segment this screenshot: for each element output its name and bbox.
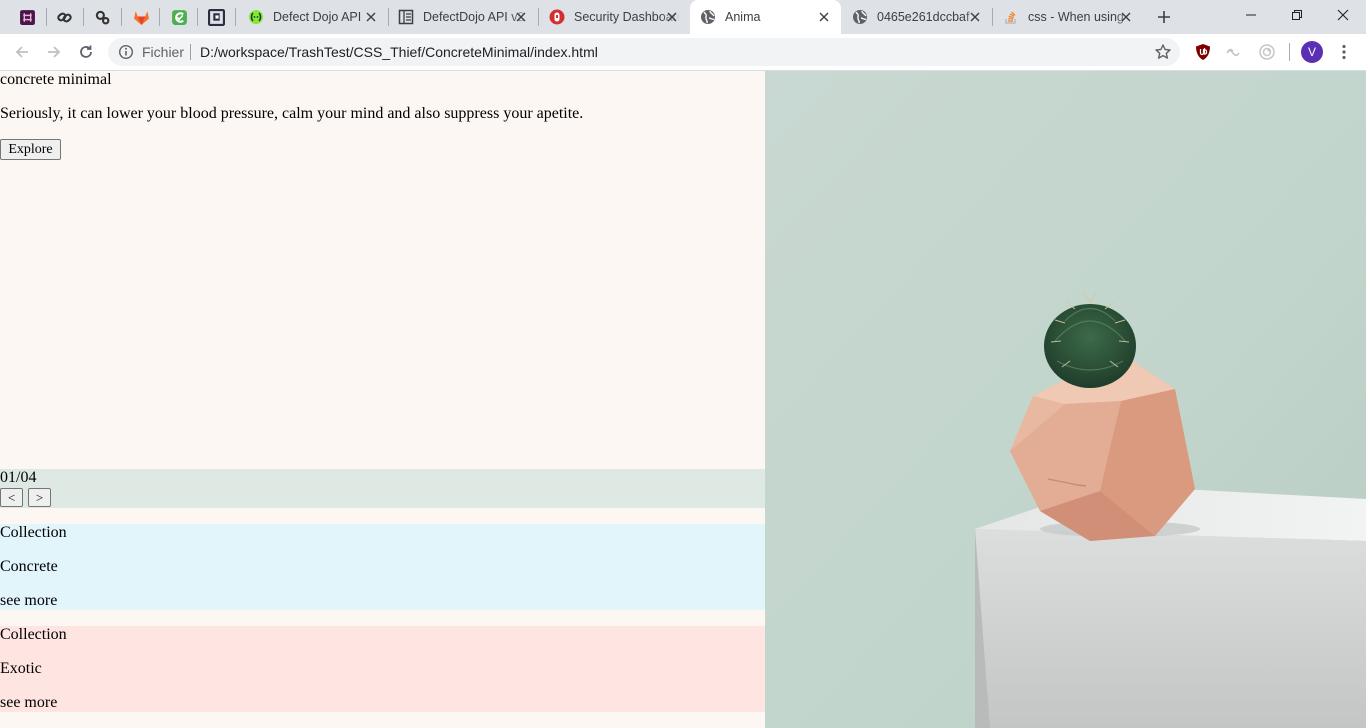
pinned-tab-bracket[interactable]: [205, 6, 227, 28]
next-slide-button[interactable]: >: [28, 488, 51, 507]
close-icon: [1337, 9, 1349, 21]
pinned-tab-slack[interactable]: [16, 6, 38, 28]
gears-icon: [95, 10, 109, 24]
tab-defect-dojo-api[interactable]: Defect Dojo API: [238, 0, 388, 34]
kebab-menu-icon: [1342, 44, 1346, 60]
ublock-shield-icon: [1196, 44, 1210, 60]
divider: [190, 44, 191, 60]
hero-title: concrete minimal: [0, 71, 112, 88]
browser-menu-button[interactable]: [1334, 42, 1354, 62]
browser-tabstrip: Defect Dojo API DefectDojo API v2 Securi…: [0, 0, 1366, 34]
target-circle-icon: [1259, 44, 1275, 60]
hero-photo: [765, 71, 1366, 728]
address-bar[interactable]: Fichier D:/workspace/TrashTest/CSS_Thief…: [108, 38, 1180, 66]
tab-separator: [46, 8, 47, 26]
pinned-tab-link[interactable]: [53, 6, 75, 28]
restore-icon: [1292, 10, 1302, 20]
link-chain-icon: [56, 12, 72, 22]
info-icon[interactable]: [118, 44, 134, 60]
close-icon[interactable]: [817, 10, 831, 24]
minimize-button[interactable]: [1228, 0, 1274, 30]
back-button[interactable]: [10, 40, 34, 64]
tab-separator: [121, 8, 122, 26]
close-icon[interactable]: [364, 10, 378, 24]
see-more-link[interactable]: see more: [0, 694, 57, 712]
see-more-link[interactable]: see more: [0, 592, 57, 610]
page-content: concrete minimal Seriously, it can lower…: [0, 71, 765, 728]
page-viewport: concrete minimal Seriously, it can lower…: [0, 71, 1366, 728]
tab-separator: [197, 8, 198, 26]
stackoverflow-icon: [1003, 9, 1019, 25]
collection-label: Collection: [0, 626, 67, 643]
api-globe-icon: [248, 9, 264, 25]
star-icon[interactable]: [1154, 43, 1172, 61]
tab-title: Anima: [725, 10, 761, 24]
plus-icon: [1158, 11, 1170, 23]
docs-icon: [398, 9, 414, 25]
pinned-tab-checkmark[interactable]: [168, 6, 190, 28]
collection-card-exotic: Collection Exotic see more: [0, 626, 765, 712]
ublock-extension-button[interactable]: [1193, 42, 1213, 62]
collection-label: Collection: [0, 524, 67, 541]
arrow-right-icon: [48, 46, 61, 58]
tab-separator: [235, 8, 236, 26]
target-extension-button[interactable]: [1257, 42, 1277, 62]
forward-button[interactable]: [42, 40, 66, 64]
tab-separator: [83, 8, 84, 26]
browser-toolbar: Fichier D:/workspace/TrashTest/CSS_Thief…: [0, 34, 1366, 71]
close-icon[interactable]: [1119, 10, 1133, 24]
collection-name: Exotic: [0, 660, 42, 677]
restore-button[interactable]: [1274, 0, 1320, 30]
slack-icon: [19, 9, 35, 25]
checkmark-c-icon: [171, 9, 187, 25]
collection-card-concrete: Collection Concrete see more: [0, 524, 765, 610]
tab-defectdojo-api-v2[interactable]: DefectDojo API v2: [388, 0, 538, 34]
tab-hash-page[interactable]: 0465e261dccbaf: [842, 0, 992, 34]
globe-icon: [700, 9, 716, 25]
close-icon[interactable]: [665, 10, 679, 24]
hero-text: Seriously, it can lower your blood press…: [0, 105, 584, 122]
tab-separator: [159, 8, 160, 26]
pinned-tab-gears[interactable]: [91, 6, 113, 28]
url-scheme-label: Fichier: [142, 44, 185, 60]
wave-icon: [1226, 48, 1240, 57]
wave-extension-button[interactable]: [1224, 42, 1244, 62]
tab-security-dashboard[interactable]: Security Dashboard: [539, 0, 689, 34]
slider-controls: 01/04 < >: [0, 469, 765, 508]
profile-avatar[interactable]: V: [1301, 41, 1323, 63]
prev-slide-button[interactable]: <: [0, 488, 23, 507]
divider: [1289, 43, 1290, 61]
globe-icon: [852, 9, 868, 25]
tab-stackoverflow[interactable]: css - When using: [993, 0, 1143, 34]
reload-button[interactable]: [74, 40, 98, 64]
close-icon[interactable]: [968, 10, 982, 24]
pinned-tab-gitlab[interactable]: [130, 6, 152, 28]
arrow-left-icon: [15, 46, 28, 58]
collection-name: Concrete: [0, 558, 58, 575]
new-tab-button[interactable]: [1153, 6, 1175, 28]
reload-icon: [80, 45, 92, 58]
url-text[interactable]: D:/workspace/TrashTest/CSS_Thief/Concret…: [200, 44, 598, 60]
gitlab-icon: [133, 10, 149, 25]
close-window-button[interactable]: [1320, 0, 1366, 30]
minimize-icon: [1246, 14, 1256, 16]
tab-anima[interactable]: Anima: [690, 0, 841, 34]
bracket-app-icon: [207, 8, 225, 26]
explore-button[interactable]: Explore: [0, 139, 61, 160]
close-icon[interactable]: [514, 10, 528, 24]
security-badge-icon: [549, 9, 565, 25]
slide-counter: 01/04: [0, 469, 37, 486]
